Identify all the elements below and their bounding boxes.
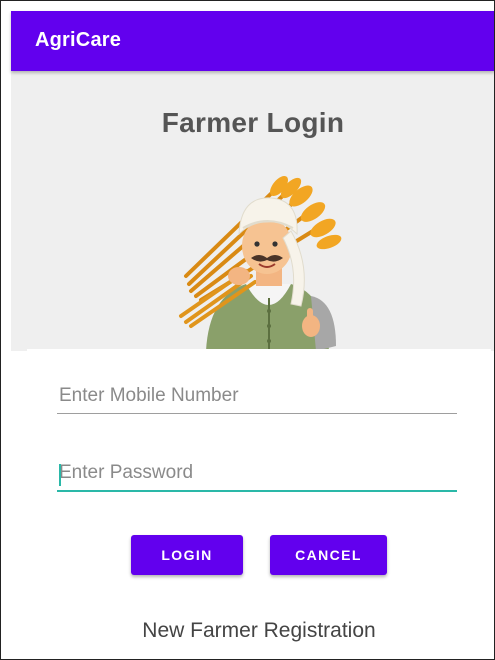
- mobile-number-underline: [57, 413, 457, 414]
- text-cursor: [59, 464, 61, 486]
- mobile-number-field: [57, 385, 457, 414]
- password-underline: [57, 490, 457, 492]
- app-screen: AgriCare Farmer Login Enter Mobile Numbe…: [0, 0, 495, 660]
- app-title: AgriCare: [35, 29, 122, 51]
- password-field: [57, 462, 457, 492]
- farmer-with-wheat-illustration: [179, 176, 342, 351]
- password-input[interactable]: [57, 462, 457, 490]
- mobile-number-input[interactable]: [57, 385, 457, 413]
- new-farmer-registration-link[interactable]: New Farmer Registration: [27, 619, 491, 643]
- login-button[interactable]: LOGIN: [131, 535, 243, 575]
- app-bar: AgriCare: [11, 11, 494, 71]
- login-form: LOGIN CANCEL New Farmer Registration: [27, 349, 491, 659]
- login-header: Farmer Login: [11, 71, 494, 351]
- cancel-button[interactable]: CANCEL: [270, 535, 387, 575]
- page-title: Farmer Login: [161, 107, 345, 138]
